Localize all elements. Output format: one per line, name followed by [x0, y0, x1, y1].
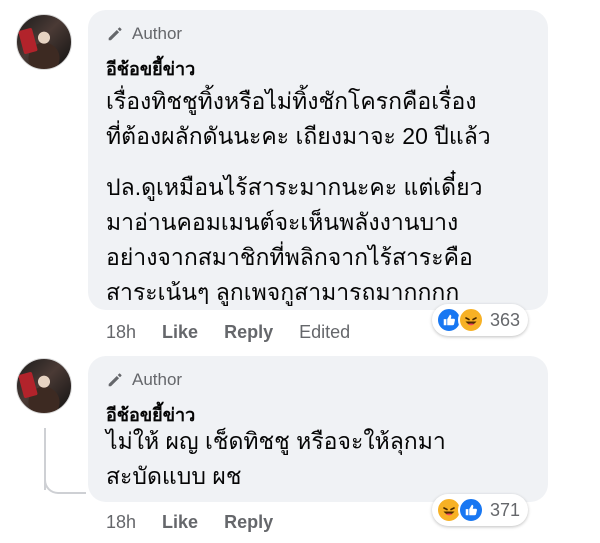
- reaction-count: 371: [490, 499, 521, 520]
- comment-actions: 18h Like Reply: [106, 512, 299, 533]
- avatar[interactable]: [16, 358, 72, 414]
- reaction-count: 363: [490, 309, 521, 330]
- author-badge: Author: [106, 370, 182, 390]
- timestamp[interactable]: 18h: [106, 512, 136, 533]
- timestamp[interactable]: 18h: [106, 322, 136, 343]
- avatar-decoration: [18, 27, 38, 55]
- reply-button[interactable]: Reply: [224, 322, 273, 343]
- comment-text-line: สาระเน้นๆ ลูกเพจกูสามารถมากกกก: [106, 279, 460, 305]
- author-badge-label: Author: [132, 370, 183, 389]
- thread-connector: [44, 470, 86, 494]
- comment-text-line: เรื่องทิชชูทิ้งหรือไม่ทิ้งชักโครกคือเรื่…: [106, 88, 477, 114]
- reply-button[interactable]: Reply: [224, 512, 273, 533]
- like-button[interactable]: Like: [162, 322, 198, 343]
- comment-actions: 18h Like Reply Edited: [106, 322, 376, 343]
- haha-icon: [458, 307, 484, 333]
- author-badge-label: Author: [132, 24, 183, 43]
- avatar-decoration: [18, 371, 38, 399]
- pencil-icon: [108, 27, 122, 41]
- comment-text-line: ที่ต้องผลักดันนะคะ เถียงมาจะ 20 ปีแล้ว: [106, 123, 491, 149]
- comment-text-line: สะบัดแบบ ผช: [106, 463, 242, 489]
- reaction-summary[interactable]: 371: [432, 494, 529, 526]
- avatar[interactable]: [16, 14, 72, 70]
- like-icon: [458, 497, 484, 523]
- edited-label[interactable]: Edited: [299, 322, 350, 343]
- comment-text-line: อย่างจากสมาชิกที่พลิกจากไร้สาระคือ: [106, 244, 473, 270]
- like-button[interactable]: Like: [162, 512, 198, 533]
- comment-text-line: มาอ่านคอมเมนต์จะเห็นพลังงานบาง: [106, 209, 459, 235]
- comment-bubble: Author อีช้อขยี้ข่าว ไม่ให้ ผญ เช็ดทิชชู…: [88, 356, 548, 502]
- comment-text-line: ไม่ให้ ผญ เช็ดทิชชู หรือจะให้ลุกมา: [106, 428, 446, 454]
- pencil-icon: [108, 373, 122, 387]
- author-name[interactable]: อีช้อขยี้ข่าว: [106, 54, 195, 83]
- comment-bubble: Author อีช้อขยี้ข่าว เรื่องทิชชูทิ้งหรือ…: [88, 10, 548, 310]
- reaction-summary[interactable]: 363: [432, 304, 529, 336]
- author-badge: Author: [106, 24, 182, 44]
- comment-text-line: ปล.ดูเหมือนไร้สาระมากนะคะ แต่เดี๋ยว: [106, 174, 483, 200]
